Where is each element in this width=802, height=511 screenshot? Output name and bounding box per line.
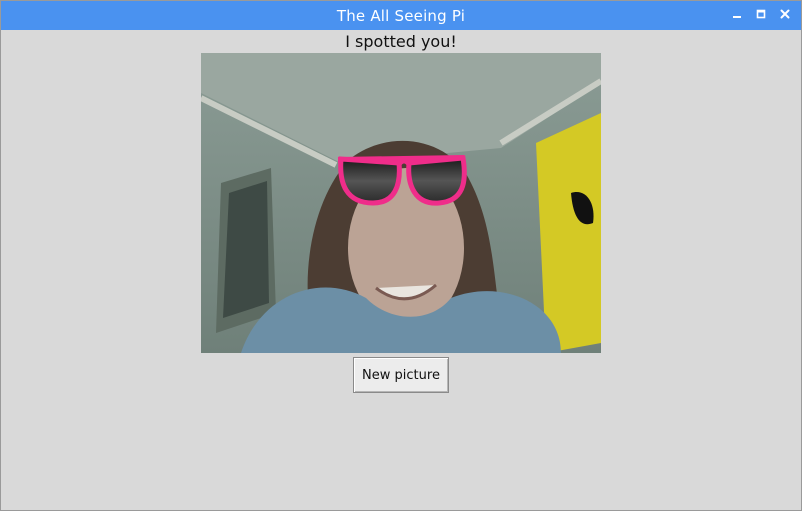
close-icon[interactable] bbox=[779, 8, 791, 20]
maximize-icon[interactable] bbox=[755, 8, 767, 20]
window-title: The All Seeing Pi bbox=[336, 6, 466, 25]
minimize-icon[interactable] bbox=[731, 8, 743, 20]
photo-image bbox=[201, 53, 601, 353]
app-window: The All Seeing Pi I spotted you! New pic… bbox=[0, 0, 802, 511]
captured-photo bbox=[201, 53, 601, 353]
new-picture-button[interactable]: New picture bbox=[353, 357, 449, 393]
window-controls bbox=[731, 8, 791, 20]
main-content: I spotted you! New picture bbox=[1, 30, 801, 510]
title-bar: The All Seeing Pi bbox=[1, 1, 801, 30]
status-message: I spotted you! bbox=[345, 32, 457, 51]
